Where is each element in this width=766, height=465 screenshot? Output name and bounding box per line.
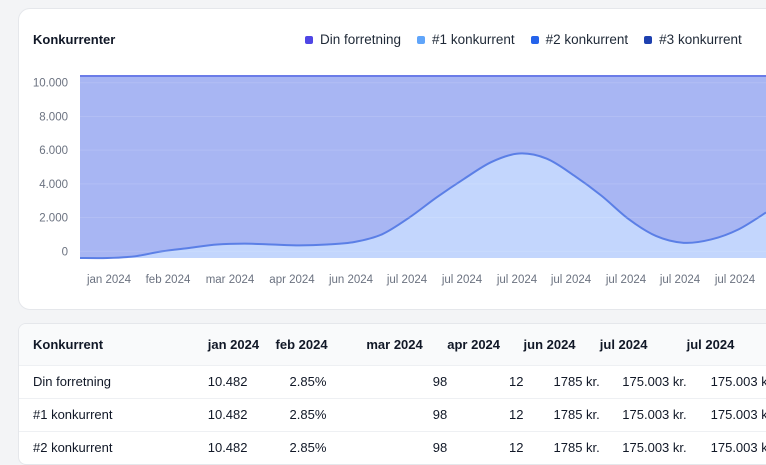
x-tick-label: jun 2024 bbox=[328, 274, 374, 286]
column-header[interactable]: feb 2024 bbox=[276, 324, 367, 365]
x-tick-label: apr 2024 bbox=[269, 274, 315, 286]
cell-value: 2.85% bbox=[275, 397, 367, 431]
cell-value: 1785 kr. bbox=[523, 364, 600, 398]
x-tick-label: jul 2024 bbox=[496, 274, 538, 286]
cell-value: 175.003 kr. bbox=[599, 364, 687, 398]
cell-value: 98 bbox=[366, 430, 448, 464]
cell-value: 1785 kr. bbox=[523, 397, 600, 431]
cell-value: 98 bbox=[366, 364, 448, 398]
cell-value: 10.482 bbox=[207, 397, 276, 431]
y-tick-label: 2.000 bbox=[39, 213, 68, 225]
cell-competitor: #1 konkurrent bbox=[19, 397, 208, 431]
column-header[interactable]: jul 2024 bbox=[600, 324, 687, 365]
cell-value: 175.003 kr. bbox=[686, 397, 766, 431]
cell-value: 175.003 kr. bbox=[686, 430, 766, 464]
column-header[interactable]: apr 2024 bbox=[447, 324, 523, 365]
table-row[interactable]: Din forretning 10.482 2.85% 98 12 1785 k… bbox=[19, 364, 766, 398]
cell-value: 12 bbox=[447, 430, 524, 464]
x-tick-label: jul 2024 bbox=[386, 274, 428, 286]
cell-value: 175.003 kr. bbox=[599, 430, 687, 464]
x-tick-label: jul 2024 bbox=[605, 274, 647, 286]
x-tick-label: jul 2024 bbox=[659, 274, 701, 286]
cell-competitor: #2 konkurrent bbox=[19, 430, 208, 464]
table-row[interactable]: #1 konkurrent 10.482 2.85% 98 12 1785 kr… bbox=[19, 397, 766, 431]
competitors-table-card: Konkurrent jan 2024 feb 2024 mar 2024 ap… bbox=[18, 323, 766, 465]
x-tick-label: jul 2024 bbox=[550, 274, 592, 286]
table-row[interactable]: #2 konkurrent 10.482 2.85% 98 12 1785 kr… bbox=[19, 430, 766, 464]
cell-value: 12 bbox=[447, 364, 524, 398]
column-header[interactable]: jul 2024 bbox=[687, 324, 766, 365]
cell-value: 12 bbox=[447, 397, 524, 431]
x-tick-label: feb 2024 bbox=[146, 274, 191, 286]
y-tick-label: 8.000 bbox=[39, 111, 68, 123]
table-header-row: Konkurrent jan 2024 feb 2024 mar 2024 ap… bbox=[19, 324, 766, 365]
x-tick-label: jan 2024 bbox=[86, 274, 132, 286]
cell-value: 2.85% bbox=[275, 430, 367, 464]
y-tick-label: 10.000 bbox=[33, 78, 68, 90]
cell-competitor: Din forretning bbox=[19, 364, 208, 398]
cell-value: 10.482 bbox=[207, 430, 276, 464]
y-tick-label: 0 bbox=[62, 246, 68, 258]
column-header[interactable]: Konkurrent bbox=[19, 324, 208, 365]
cell-value: 175.003 kr. bbox=[686, 364, 766, 398]
column-header[interactable]: mar 2024 bbox=[366, 324, 447, 365]
cell-value: 10.482 bbox=[207, 364, 276, 398]
column-header[interactable]: jun 2024 bbox=[524, 324, 600, 365]
cell-value: 98 bbox=[366, 397, 448, 431]
x-tick-label: jul 2024 bbox=[714, 274, 756, 286]
cell-value: 1785 kr. bbox=[523, 430, 600, 464]
cell-value: 2.85% bbox=[275, 364, 367, 398]
competitors-table: Konkurrent jan 2024 feb 2024 mar 2024 ap… bbox=[19, 324, 766, 464]
y-tick-label: 4.000 bbox=[39, 179, 68, 191]
column-header[interactable]: jan 2024 bbox=[208, 324, 276, 365]
y-tick-label: 6.000 bbox=[39, 145, 68, 157]
x-tick-label: mar 2024 bbox=[206, 274, 255, 286]
x-tick-label: jul 2024 bbox=[441, 274, 483, 286]
area-chart: 0 2.000 4.000 6.000 8.000 10.000 jan 2024 feb 2… bbox=[33, 75, 766, 286]
cell-value: 175.003 kr. bbox=[599, 397, 687, 431]
